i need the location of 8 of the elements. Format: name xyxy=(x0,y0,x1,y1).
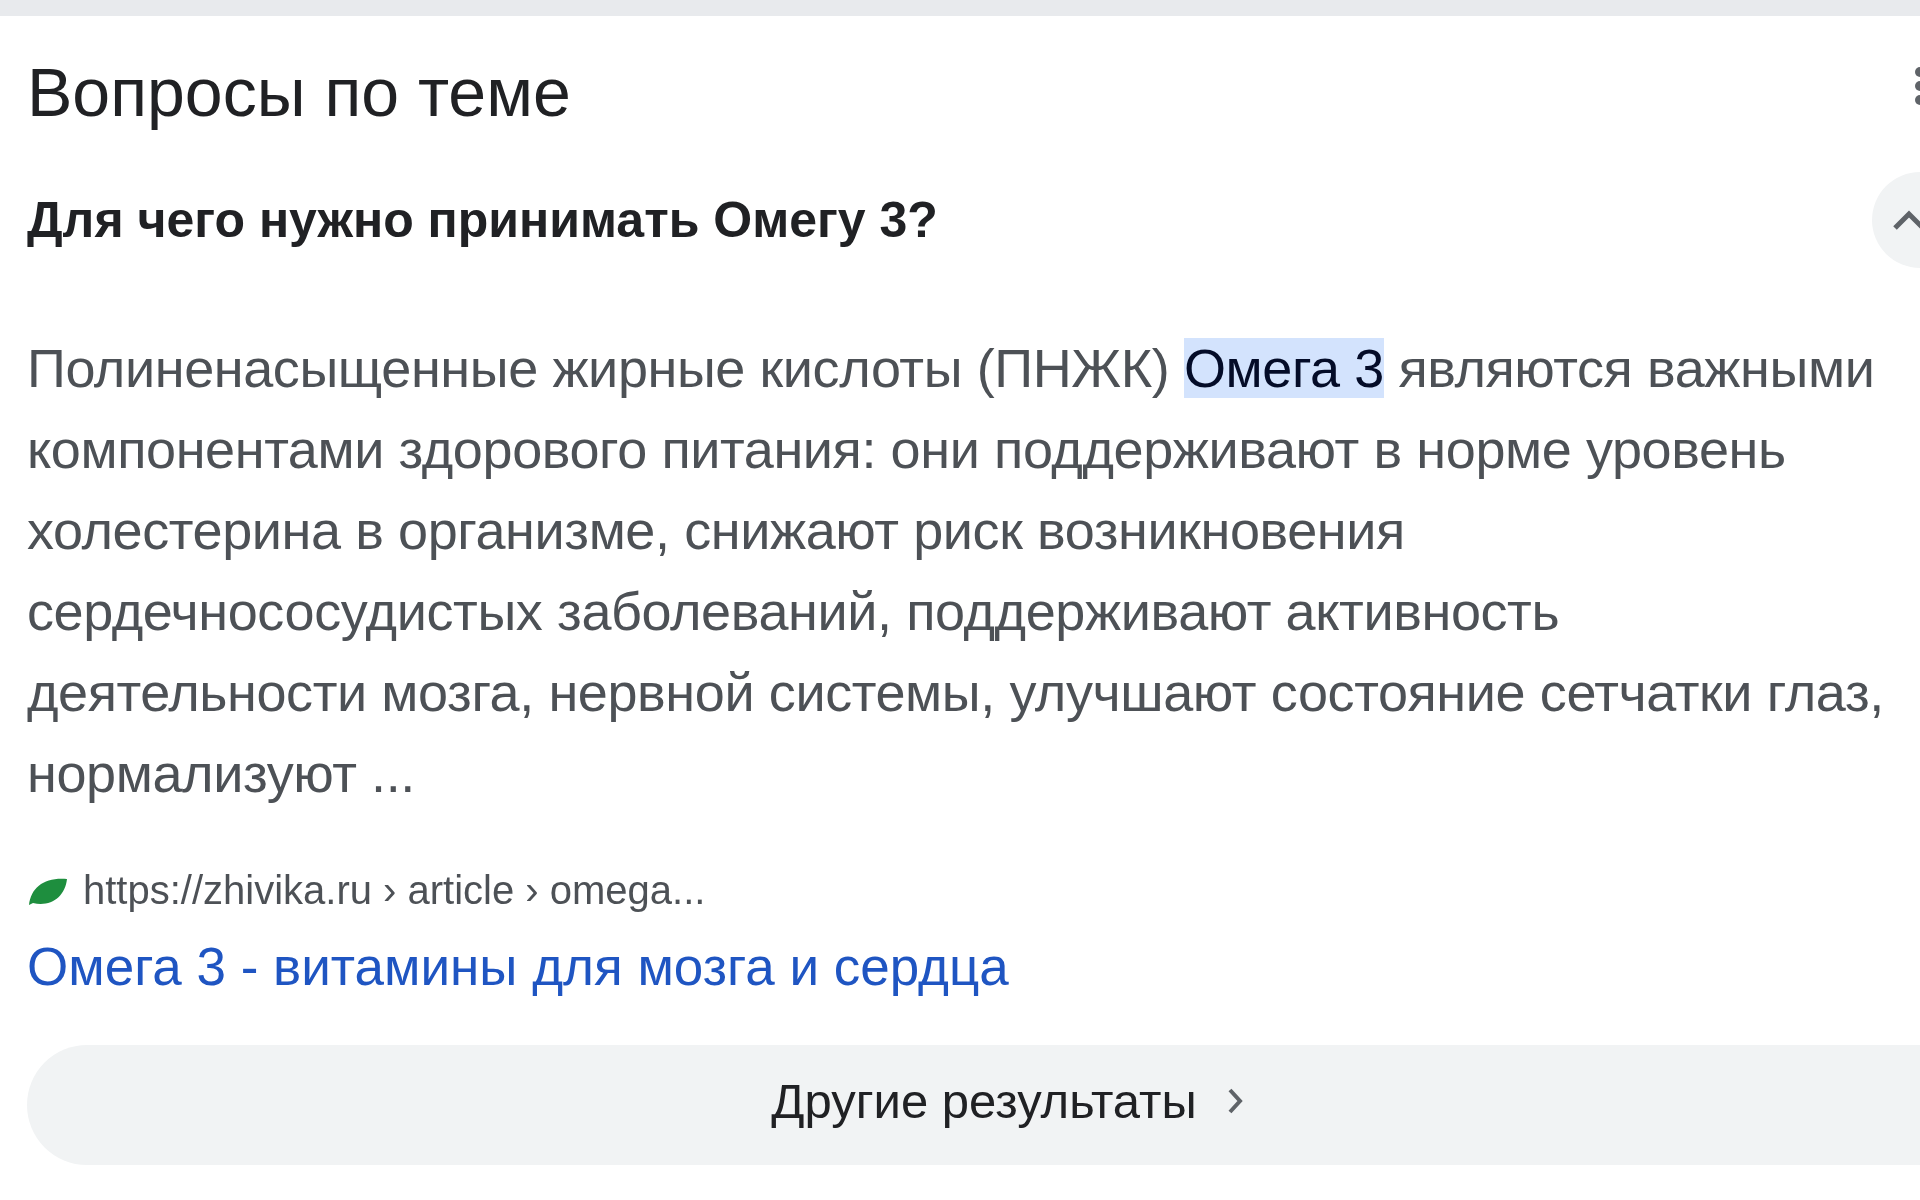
chevron-up-icon xyxy=(1892,209,1920,231)
question-text[interactable]: Для чего нужно принимать Омегу 3? xyxy=(27,192,1872,248)
source-url: https://zhivika.ru › article › omega... xyxy=(83,868,706,913)
section-title: Вопросы по теме xyxy=(27,53,571,132)
result-link[interactable]: Омега 3 - витамины для мозга и сердца xyxy=(27,935,1009,999)
more-results-button[interactable]: Другие результаты xyxy=(27,1045,1920,1165)
chevron-right-icon xyxy=(1226,1087,1243,1115)
answer-text: Полиненасыщенные жирные кислоты (ПНЖК) Омега 3 являются важными компонентами здорового питания: они поддерживают в норме уровень холестерина в организме, снижают риск возникновения сердечнососудистых заболеваний, поддерживают активность деятельности мозга, нервной системы, улучшают состояние сетчатки глаз, нормализуют ... xyxy=(27,337,1884,805)
